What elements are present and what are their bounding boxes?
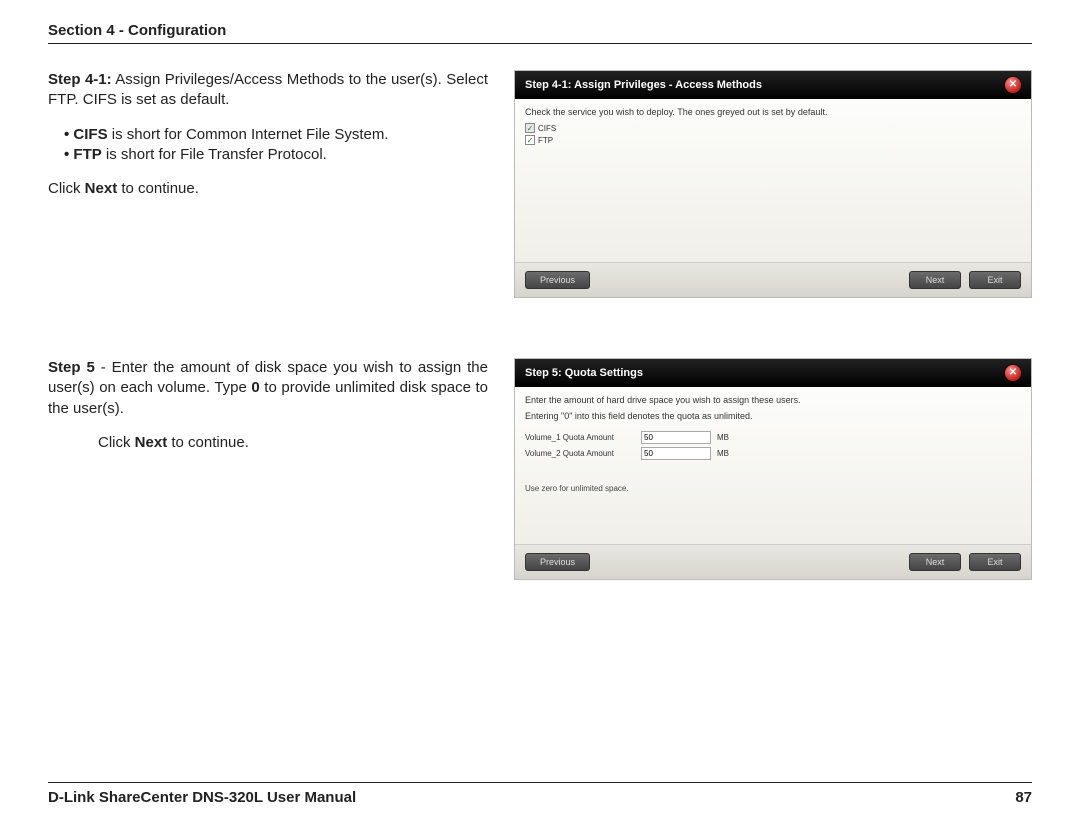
page-footer: D-Link ShareCenter DNS-320L User Manual … <box>48 782 1032 806</box>
exit-button[interactable]: Exit <box>969 553 1021 571</box>
previous-button[interactable]: Previous <box>525 553 590 571</box>
checkbox-cifs-label: CIFS <box>538 124 556 133</box>
dialog2-hint2: Entering "0" into this field denotes the… <box>525 411 1021 421</box>
dialog-assign-privileges: Step 4-1: Assign Privileges - Access Met… <box>514 70 1032 298</box>
click-post-5: to continue. <box>167 434 249 451</box>
bullet-cifs: CIFS is short for Common Internet File S… <box>64 125 488 145</box>
dialog1-hint: Check the service you wish to deploy. Th… <box>525 107 1021 117</box>
click-bold-5: Next <box>135 434 168 451</box>
row-step-4-1: Step 4-1: Assign Privileges/Access Metho… <box>48 70 1032 298</box>
click-pre: Click <box>48 180 85 197</box>
dialog2-footnote: Use zero for unlimited space. <box>525 484 1021 493</box>
bullet-ftp-bold: FTP <box>73 146 101 163</box>
vol2-quota-input[interactable] <box>641 447 711 460</box>
step5-lead-bold: Step 5 <box>48 359 95 376</box>
bullet-cifs-rest: is short for Common Internet File System… <box>108 126 389 143</box>
vol1-quota-input[interactable] <box>641 431 711 444</box>
checkbox-row-ftp: ✓ FTP <box>525 135 1021 145</box>
page-number: 87 <box>1015 789 1032 806</box>
close-icon[interactable]: ✕ <box>1005 77 1021 93</box>
bullet-ftp: FTP is short for File Transfer Protocol. <box>64 145 488 165</box>
click-post: to continue. <box>117 180 199 197</box>
dialog2-header: Step 5: Quota Settings ✕ <box>515 359 1031 387</box>
checkbox-ftp[interactable]: ✓ <box>525 135 535 145</box>
vol2-label: Volume_2 Quota Amount <box>525 449 635 458</box>
next-button[interactable]: Next <box>909 271 961 289</box>
bullet-ftp-rest: is short for File Transfer Protocol. <box>102 146 327 163</box>
quota-row-vol2: Volume_2 Quota Amount MB <box>525 447 1021 460</box>
text-step-4-1: Step 4-1: Assign Privileges/Access Metho… <box>48 70 488 213</box>
click-pre-5: Click <box>98 434 135 451</box>
dialog2-title: Step 5: Quota Settings <box>525 367 643 379</box>
dialog-quota-settings: Step 5: Quota Settings ✕ Enter the amoun… <box>514 358 1032 580</box>
dialog1-body: Check the service you wish to deploy. Th… <box>515 99 1031 262</box>
step41-lead-rest: Assign Privileges/Access Methods to the … <box>48 71 488 108</box>
step41-lead: Step 4-1: Assign Privileges/Access Metho… <box>48 70 488 111</box>
dialog1-header: Step 4-1: Assign Privileges - Access Met… <box>515 71 1031 99</box>
dialog1-footer: Previous Next Exit <box>515 262 1031 297</box>
bullet-cifs-bold: CIFS <box>73 126 107 143</box>
footer-left: D-Link ShareCenter DNS-320L User Manual <box>48 789 356 806</box>
checkbox-row-cifs: ✓ CIFS <box>525 123 1021 133</box>
click-bold: Next <box>85 180 118 197</box>
exit-button[interactable]: Exit <box>969 271 1021 289</box>
section-header: Section 4 - Configuration <box>48 22 1032 44</box>
checkbox-cifs: ✓ <box>525 123 535 133</box>
vol1-label: Volume_1 Quota Amount <box>525 433 635 442</box>
step41-click-next: Click Next to continue. <box>48 179 488 199</box>
step41-lead-bold: Step 4-1: <box>48 71 112 88</box>
vol1-unit: MB <box>717 433 729 442</box>
dialog2-hint1: Enter the amount of hard drive space you… <box>525 395 1021 405</box>
text-step-5: Step 5 - Enter the amount of disk space … <box>48 358 488 467</box>
close-icon[interactable]: ✕ <box>1005 365 1021 381</box>
previous-button[interactable]: Previous <box>525 271 590 289</box>
quota-row-vol1: Volume_1 Quota Amount MB <box>525 431 1021 444</box>
step41-bullets: CIFS is short for Common Internet File S… <box>48 125 488 166</box>
step5-zero: 0 <box>251 379 259 396</box>
dialog1-title: Step 4-1: Assign Privileges - Access Met… <box>525 79 762 91</box>
dialog2-footer: Previous Next Exit <box>515 544 1031 579</box>
row-step-5: Step 5 - Enter the amount of disk space … <box>48 358 1032 580</box>
vol2-unit: MB <box>717 449 729 458</box>
checkbox-ftp-label: FTP <box>538 136 553 145</box>
dialog2-body: Enter the amount of hard drive space you… <box>515 387 1031 544</box>
step5-lead: Step 5 - Enter the amount of disk space … <box>48 358 488 419</box>
next-button[interactable]: Next <box>909 553 961 571</box>
step5-click-next: Click Next to continue. <box>48 433 488 453</box>
